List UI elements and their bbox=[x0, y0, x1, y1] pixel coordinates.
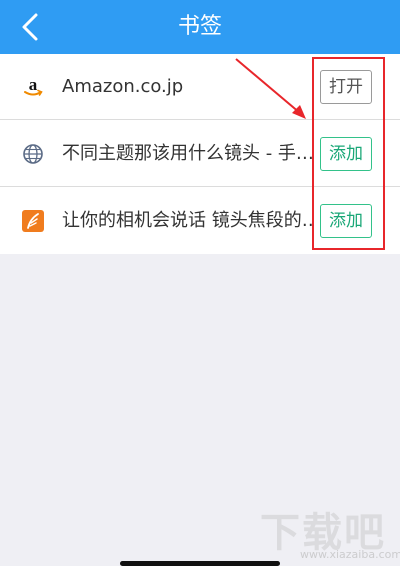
page-title: 书签 bbox=[177, 14, 222, 39]
nav-header: 书签 bbox=[0, 0, 400, 54]
add-button[interactable]: 添加 bbox=[320, 204, 372, 238]
globe-icon bbox=[23, 144, 43, 164]
amazon-icon: a bbox=[24, 76, 43, 96]
bookmark-title: 不同主题那该用什么镜头 - 手… bbox=[62, 143, 312, 164]
bookmark-title: 让你的相机会说话 镜头焦段的… bbox=[62, 210, 312, 231]
open-button[interactable]: 打开 bbox=[320, 70, 372, 104]
annotation-arrow-icon bbox=[235, 58, 306, 119]
bookmark-row[interactable]: 不同主题那该用什么镜头 - 手… 添加 bbox=[0, 121, 400, 187]
bookmark-list: a Amazon.co.jp 打开 不同主题那该用什么镜头 - 手… 添加 让你… bbox=[0, 54, 400, 254]
bookmark-row[interactable]: 让你的相机会说话 镜头焦段的… 添加 bbox=[0, 188, 400, 254]
feather-icon bbox=[22, 210, 44, 232]
bookmark-row[interactable]: a Amazon.co.jp 打开 bbox=[0, 54, 400, 120]
watermark-url: www.xiazaiba.com bbox=[300, 548, 400, 561]
add-button[interactable]: 添加 bbox=[320, 137, 372, 171]
home-indicator bbox=[120, 561, 280, 566]
svg-text:a: a bbox=[29, 76, 38, 94]
